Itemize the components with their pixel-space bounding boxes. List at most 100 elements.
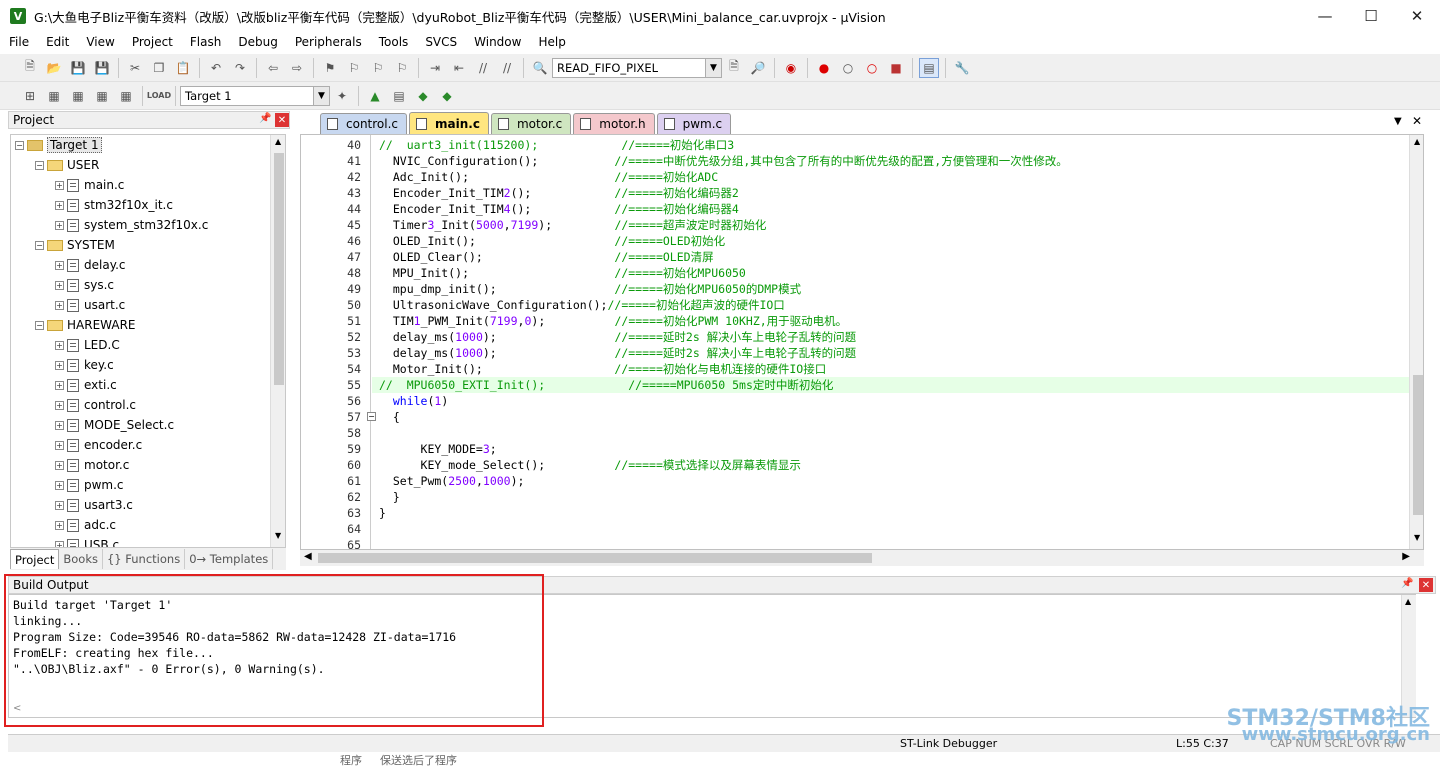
editor-hscrollbar[interactable]: ◀ ▶: [300, 550, 1424, 566]
indent-icon[interactable]: ⇥: [425, 58, 445, 78]
tree-item[interactable]: + encoder.c: [55, 435, 142, 455]
build-icon[interactable]: ▦: [44, 86, 64, 106]
bookmark-icon[interactable]: ⚑: [320, 58, 340, 78]
editor-tab[interactable]: pwm.c: [656, 113, 732, 134]
menu-item-project[interactable]: Project: [123, 35, 181, 49]
pack-installer-icon[interactable]: ◆: [437, 86, 457, 106]
expand-icon[interactable]: +: [55, 400, 64, 410]
debug-session-icon[interactable]: ◉: [781, 58, 801, 78]
tree-item[interactable]: + system_stm32f10x.c: [55, 215, 208, 235]
editor-tab[interactable]: control.c: [320, 113, 408, 134]
tree-item[interactable]: + USB.c: [55, 535, 119, 547]
expand-icon[interactable]: +: [55, 280, 64, 290]
close-panel-button[interactable]: ✕: [1419, 578, 1433, 592]
collapse-icon[interactable]: −: [35, 240, 44, 250]
collapse-icon[interactable]: −: [15, 140, 24, 150]
tree-item[interactable]: − HAREWARE: [35, 315, 136, 335]
stop-build-icon[interactable]: ▦: [116, 86, 136, 106]
new-file-icon[interactable]: 🗎: [20, 58, 40, 78]
next-bookmark-icon[interactable]: ⚐: [368, 58, 388, 78]
target-options-icon[interactable]: ✦: [332, 86, 352, 106]
save-icon[interactable]: 💾: [68, 58, 88, 78]
expand-icon[interactable]: +: [55, 520, 64, 530]
tree-item[interactable]: + sys.c: [55, 275, 114, 295]
chevron-down-icon[interactable]: ▼: [313, 86, 329, 105]
tree-item[interactable]: − Target 1: [15, 135, 102, 155]
rebuild-icon[interactable]: ▦: [68, 86, 88, 106]
menu-item-window[interactable]: Window: [465, 35, 529, 49]
close-panel-button[interactable]: ✕: [275, 113, 289, 127]
menu-item-peripherals[interactable]: Peripherals: [286, 35, 370, 49]
tree-item[interactable]: + adc.c: [55, 515, 116, 535]
project-tree-scrollbar[interactable]: ▲ ▼: [270, 135, 285, 547]
collapse-icon[interactable]: −: [35, 320, 44, 330]
close-button[interactable]: ✕: [1394, 0, 1440, 32]
panel-tab-3[interactable]: 0→ Templates: [185, 549, 274, 569]
incremental-find-icon[interactable]: 🔎: [748, 58, 768, 78]
tree-item[interactable]: + MODE_Select.c: [55, 415, 174, 435]
menu-item-tools[interactable]: Tools: [370, 35, 417, 49]
editor-tab[interactable]: motor.h: [573, 113, 655, 134]
editor-tab[interactable]: motor.c: [490, 113, 572, 134]
build-vscrollbar[interactable]: ▲: [1401, 595, 1416, 717]
batch-build-icon[interactable]: ▦: [92, 86, 112, 106]
disable-breakpoint-icon[interactable]: ○: [838, 58, 858, 78]
menu-item-svcs[interactable]: SVCS: [416, 35, 465, 49]
scroll-up-icon[interactable]: ▲: [1414, 137, 1420, 146]
target-combo[interactable]: Target 1 ▼: [180, 85, 330, 106]
breakpoint-icon[interactable]: ●: [814, 58, 834, 78]
tree-item[interactable]: + usart3.c: [55, 495, 133, 515]
menu-item-debug[interactable]: Debug: [229, 35, 285, 49]
manage-components-icon[interactable]: ▲: [365, 86, 385, 106]
maximize-button[interactable]: ☐: [1348, 0, 1394, 32]
tree-item[interactable]: + exti.c: [55, 375, 117, 395]
tree-item[interactable]: + LED.C: [55, 335, 120, 355]
editor-tab[interactable]: main.c: [409, 112, 489, 134]
menu-item-flash[interactable]: Flash: [181, 35, 229, 49]
prev-bookmark-icon[interactable]: ⚐: [344, 58, 364, 78]
tabs-dropdown-icon[interactable]: ▼: [1394, 116, 1402, 127]
expand-icon[interactable]: +: [55, 420, 64, 430]
find-icon[interactable]: 🗎: [724, 58, 744, 78]
cut-icon[interactable]: ✂: [125, 58, 145, 78]
menu-item-help[interactable]: Help: [529, 35, 573, 49]
find-combo[interactable]: READ_FIFO_PIXEL ▼: [552, 57, 722, 78]
code-editor[interactable]: 40 41 42 43 44 45 46 47 48 49 50 51 52 53 54 55 56 57 58 59…: [300, 134, 1424, 550]
expand-icon[interactable]: +: [55, 500, 64, 510]
menu-item-view[interactable]: View: [77, 35, 122, 49]
tree-item[interactable]: − SYSTEM: [35, 235, 115, 255]
expand-icon[interactable]: +: [55, 180, 64, 190]
expand-icon[interactable]: +: [55, 300, 64, 310]
nav-forward-icon[interactable]: ⇨: [287, 58, 307, 78]
find-in-files-icon[interactable]: 🔍: [530, 58, 550, 78]
tree-item[interactable]: + control.c: [55, 395, 136, 415]
file-extensions-icon[interactable]: ▤: [389, 86, 409, 106]
save-all-icon[interactable]: 💾: [92, 58, 112, 78]
editor-vscrollbar[interactable]: ▲ ▼: [1409, 135, 1423, 549]
kill-breakpoints-icon[interactable]: ○: [862, 58, 882, 78]
scroll-right-icon[interactable]: ▶: [1402, 551, 1410, 562]
tree-item[interactable]: + usart.c: [55, 295, 125, 315]
expand-icon[interactable]: +: [55, 440, 64, 450]
comment-icon[interactable]: //: [473, 58, 493, 78]
clear-bookmarks-icon[interactable]: ⚐: [392, 58, 412, 78]
translate-icon[interactable]: ⊞: [20, 86, 40, 106]
nav-back-icon[interactable]: ⇦: [263, 58, 283, 78]
chevron-down-icon[interactable]: ▼: [705, 58, 721, 77]
tree-item[interactable]: − USER: [35, 155, 99, 175]
panel-tab-1[interactable]: Books: [59, 549, 103, 569]
scroll-left-icon[interactable]: ◀: [304, 551, 312, 562]
scroll-down-icon[interactable]: ▼: [1414, 533, 1420, 542]
collapse-icon[interactable]: −: [35, 160, 44, 170]
close-editor-icon[interactable]: ✕: [1412, 114, 1422, 128]
expand-icon[interactable]: +: [55, 340, 64, 350]
tree-item[interactable]: + key.c: [55, 355, 114, 375]
expand-icon[interactable]: +: [55, 200, 64, 210]
expand-icon[interactable]: +: [55, 480, 64, 490]
tree-item[interactable]: + delay.c: [55, 255, 126, 275]
expand-icon[interactable]: +: [55, 360, 64, 370]
menu-item-file[interactable]: File: [0, 35, 37, 49]
tree-item[interactable]: + pwm.c: [55, 475, 124, 495]
run-time-environment-icon[interactable]: ◆: [413, 86, 433, 106]
undo-icon[interactable]: ↶: [206, 58, 226, 78]
